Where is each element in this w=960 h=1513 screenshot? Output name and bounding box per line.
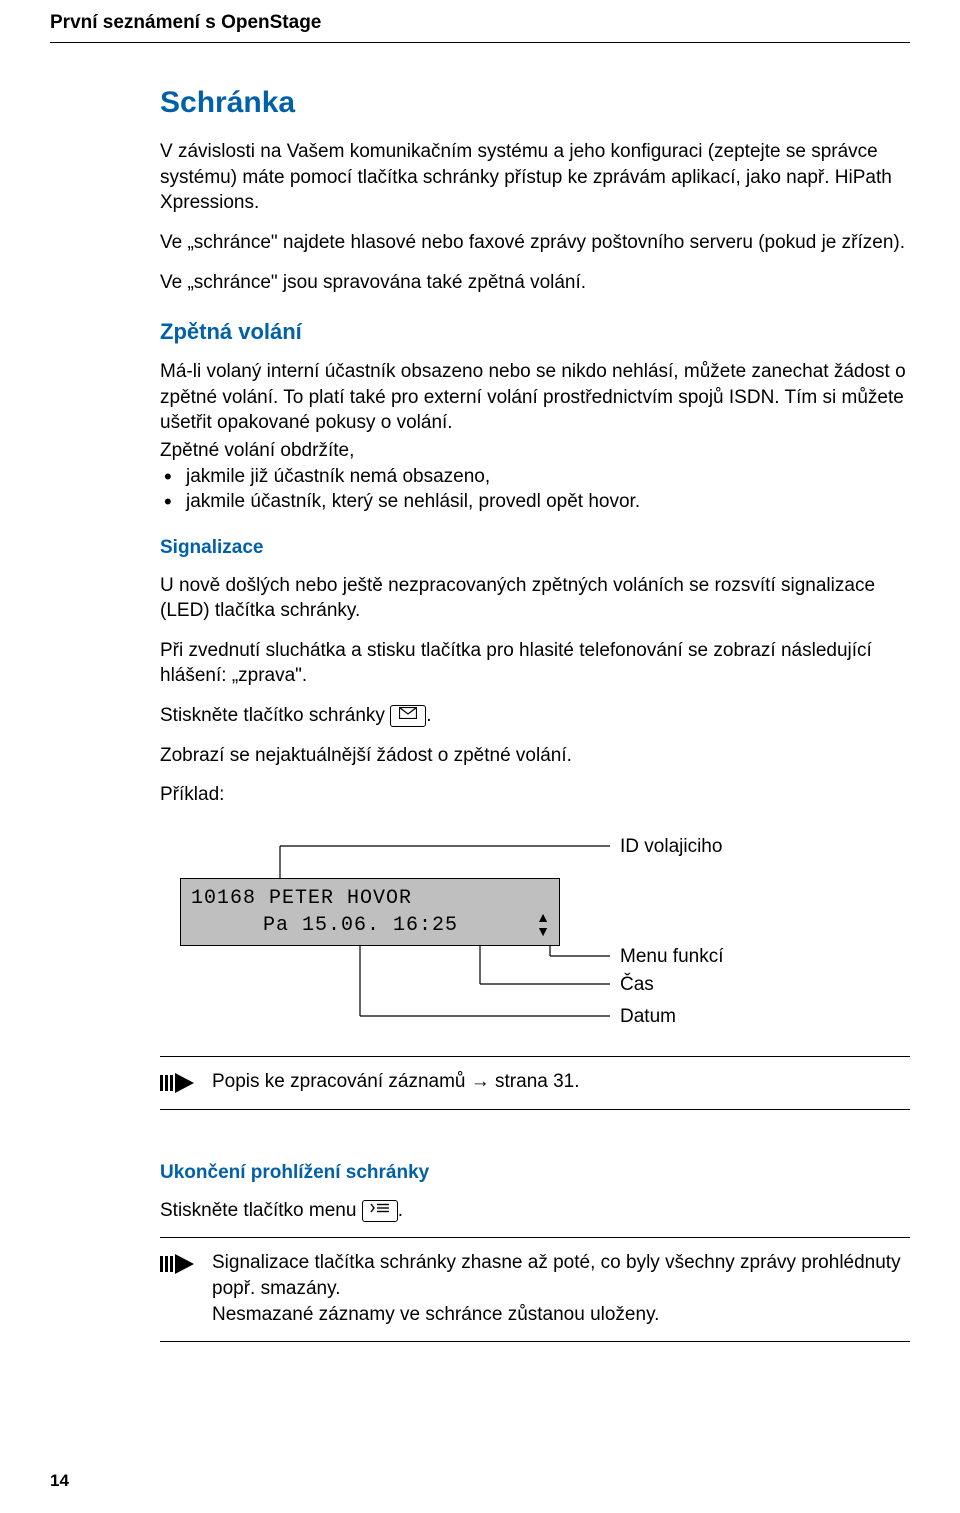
display-line-2: Pa 15.06. 16:25 ▲▼ bbox=[191, 912, 549, 939]
bullet-list: jakmile již účastník nemá obsazeno, jakm… bbox=[160, 464, 910, 515]
paragraph: Při zvednutí sluchátka a stisku tlačítka… bbox=[160, 638, 910, 689]
text: strana 31. bbox=[490, 1071, 580, 1092]
paragraph: Ve „schránce" najdete hlasové nebo faxov… bbox=[160, 230, 910, 256]
menu-button-icon bbox=[362, 1200, 398, 1222]
text: . bbox=[426, 705, 431, 726]
title-ukonceni: Ukončení prohlížení schránky bbox=[160, 1160, 910, 1186]
list-item: jakmile účastník, který se nehlásil, pro… bbox=[160, 489, 910, 515]
text: . bbox=[398, 1200, 403, 1221]
page-header: První seznámení s OpenStage bbox=[50, 10, 910, 43]
display-line-1: 10168 PETER HOVOR bbox=[191, 885, 549, 912]
text: Popis ke zpracování záznamů bbox=[212, 1071, 471, 1092]
display-diagram: 10168 PETER HOVOR Pa 15.06. 16:25 ▲▼ ID … bbox=[160, 816, 910, 1046]
paragraph: Zpětné volání obdržíte, bbox=[160, 438, 910, 464]
divider bbox=[160, 1237, 910, 1238]
label-datum: Datum bbox=[620, 1004, 676, 1030]
label-menu-funkci: Menu funkcí bbox=[620, 944, 724, 970]
list-item: jakmile již účastník nemá obsazeno, bbox=[160, 464, 910, 490]
arrow-note-icon bbox=[160, 1252, 194, 1276]
main-content: Schránka V závislosti na Vašem komunikač… bbox=[160, 83, 910, 1343]
title-zpetna-volani: Zpětná volání bbox=[160, 317, 910, 347]
note-text: Popis ke zpracování záznamů → strana 31. bbox=[212, 1069, 910, 1095]
label-priklad: Příklad: bbox=[160, 782, 910, 808]
paragraph: U nově došlých nebo ještě nezpracovaných… bbox=[160, 573, 910, 624]
title-schranka: Schránka bbox=[160, 83, 910, 124]
text: Pa 15.06. 16:25 bbox=[263, 914, 458, 937]
paragraph: Stiskněte tlačítko menu . bbox=[160, 1198, 910, 1224]
note-row: Popis ke zpracování záznamů → strana 31. bbox=[160, 1069, 910, 1095]
text: Stiskněte tlačítko schránky bbox=[160, 705, 390, 726]
updown-arrows-icon: ▲▼ bbox=[536, 910, 551, 938]
phone-display: 10168 PETER HOVOR Pa 15.06. 16:25 ▲▼ bbox=[180, 878, 560, 946]
note-row: Signalizace tlačítka schránky zhasne až … bbox=[160, 1250, 910, 1327]
label-id-volajiciho: ID volajiciho bbox=[620, 834, 722, 860]
arrow-note-icon bbox=[160, 1071, 194, 1095]
page-number: 14 bbox=[50, 1470, 69, 1493]
divider bbox=[160, 1341, 910, 1342]
paragraph: V závislosti na Vašem komunikačním systé… bbox=[160, 139, 910, 216]
note-text: Signalizace tlačítka schránky zhasne až … bbox=[212, 1250, 910, 1327]
paragraph: Ve „schránce" jsou spravována také zpětn… bbox=[160, 270, 910, 296]
divider bbox=[160, 1056, 910, 1057]
paragraph: Stiskněte tlačítko schránky . bbox=[160, 703, 910, 729]
label-cas: Čas bbox=[620, 972, 654, 998]
divider bbox=[160, 1109, 910, 1110]
paragraph: Zobrazí se nejaktuálnější žádost o zpětn… bbox=[160, 743, 910, 769]
mailbox-button-icon bbox=[390, 705, 426, 727]
paragraph: Má-li volaný interní účastník obsazeno n… bbox=[160, 359, 910, 436]
arrow-right-icon: → bbox=[471, 1071, 490, 1092]
title-signalizace: Signalizace bbox=[160, 535, 910, 561]
text: Stiskněte tlačítko menu bbox=[160, 1200, 362, 1221]
